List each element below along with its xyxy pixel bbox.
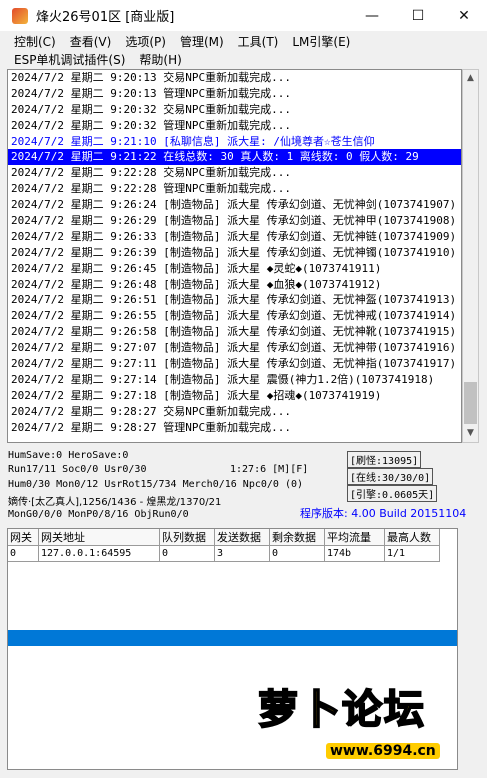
log-line[interactable]: 2024/7/2 星期二 9:21:10 [私聊信息] 派大星: /仙境尊者☆苍… <box>8 134 461 150</box>
log-line[interactable]: 2024/7/2 星期二 9:28:27 交易NPC重新加载完成... <box>8 404 461 420</box>
log-line[interactable]: 2024/7/2 星期二 9:21:22 在线总数: 30 真人数: 1 离线数… <box>8 149 461 166</box>
log-line[interactable]: 2024/7/2 星期二 9:26:24 [制造物品] 派大星 传承幻剑道、无忧… <box>8 197 461 213</box>
status-engine: [引擎:0.0605天] <box>347 485 438 502</box>
cell-queue: 0 <box>159 545 215 562</box>
log-line[interactable]: 2024/7/2 星期二 9:26:48 [制造物品] 派大星 ◆血狼◆(107… <box>8 277 461 293</box>
log-line[interactable]: 2024/7/2 星期二 9:26:45 [制造物品] 派大星 ◆灵蛇◆(107… <box>8 261 461 277</box>
status-mon: MonG0/0/0 MonP0/8/16 ObjRun0/0 <box>8 509 189 520</box>
col-gateway[interactable]: 网关 <box>8 529 39 546</box>
log-line[interactable]: 2024/7/2 星期二 9:22:28 交易NPC重新加载完成... <box>8 165 461 181</box>
status-online: [在线:30/30/0] <box>347 468 434 485</box>
cell-sent: 3 <box>214 545 270 562</box>
selected-row-highlight[interactable] <box>8 630 457 646</box>
menu-control[interactable]: 控制(C) <box>14 33 56 50</box>
scroll-down-arrow-icon[interactable]: ▼ <box>463 425 478 442</box>
maximize-button[interactable]: ☐ <box>395 0 441 31</box>
col-remaining[interactable]: 剩余数据 <box>269 529 325 546</box>
log-line[interactable]: 2024/7/2 星期二 9:27:18 [制造物品] 派大星 ◆招魂◆(107… <box>8 388 461 404</box>
log-line[interactable]: 2024/7/2 星期二 9:26:58 [制造物品] 派大星 传承幻剑道、无忧… <box>8 324 461 340</box>
close-button[interactable]: ✕ <box>441 0 487 31</box>
col-max-users[interactable]: 最高人数 <box>384 529 440 546</box>
menu-help[interactable]: 帮助(H) <box>139 51 181 68</box>
log-scrollbar[interactable]: ▲ ▼ <box>462 69 479 443</box>
status-save: HumSave:0 HeroSave:0 <box>8 450 129 461</box>
log-line[interactable]: 2024/7/2 星期二 9:27:07 [制造物品] 派大星 传承幻剑道、无忧… <box>8 340 461 356</box>
title-bar: 烽火26号01区 [商业版] — ☐ ✕ <box>0 0 487 31</box>
log-line[interactable]: 2024/7/2 星期二 9:27:11 [制造物品] 派大星 传承幻剑道、无忧… <box>8 356 461 372</box>
window-title: 烽火26号01区 [商业版] <box>36 10 175 25</box>
log-line[interactable]: 2024/7/2 星期二 9:26:33 [制造物品] 派大星 传承幻剑道、无忧… <box>8 229 461 245</box>
status-time: 1:27:6 [M][F] <box>230 464 309 475</box>
log-line[interactable]: 2024/7/2 星期二 9:20:32 管理NPC重新加载完成... <box>8 118 461 134</box>
menu-lm-engine[interactable]: LM引擎(E) <box>292 33 350 50</box>
log-line[interactable]: 2024/7/2 星期二 9:26:55 [制造物品] 派大星 传承幻剑道、无忧… <box>8 308 461 324</box>
menu-view[interactable]: 查看(V) <box>70 33 112 50</box>
log-line[interactable]: 2024/7/2 星期二 9:20:32 交易NPC重新加载完成... <box>8 102 461 118</box>
cell-avg-traffic: 174b <box>324 545 385 562</box>
status-run: Run17/11 Soc0/0 Usr0/30 <box>8 464 147 475</box>
log-line[interactable]: 2024/7/2 星期二 9:26:39 [制造物品] 派大星 传承幻剑道、无忧… <box>8 245 461 261</box>
menu-bar: 控制(C) 查看(V) 选项(P) 管理(M) 工具(T) LM引擎(E) ES… <box>0 31 487 69</box>
scroll-thumb[interactable] <box>464 382 477 424</box>
log-line[interactable]: 2024/7/2 星期二 9:28:27 管理NPC重新加载完成... <box>8 420 461 436</box>
status-hum: Hum0/30 Mon0/12 UsrRot15/734 Merch0/16 N… <box>8 479 304 490</box>
log-line[interactable]: 2024/7/2 星期二 9:20:13 管理NPC重新加载完成... <box>8 86 461 102</box>
menu-esp-plugin[interactable]: ESP单机调试插件(S) <box>14 51 125 68</box>
scroll-up-arrow-icon[interactable]: ▲ <box>463 70 478 87</box>
table-row[interactable]: 0 127.0.0.1:64595 0 3 0 174b 1/1 <box>8 545 440 562</box>
watermark-logo: 萝卜论坛 www.6994.cn <box>238 677 478 767</box>
program-version: 程序版本: 4.00 Build 20151104 <box>300 507 467 520</box>
log-console[interactable]: 2024/7/2 星期二 9:20:13 交易NPC重新加载完成... 2024/… <box>7 69 462 443</box>
status-refresh: [刷怪:13095] <box>347 451 422 468</box>
log-line[interactable]: 2024/7/2 星期二 9:26:29 [制造物品] 派大星 传承幻剑道、无忧… <box>8 213 461 229</box>
col-sent[interactable]: 发送数据 <box>214 529 270 546</box>
col-queue[interactable]: 队列数据 <box>159 529 215 546</box>
menu-options[interactable]: 选项(P) <box>125 33 166 50</box>
log-line[interactable]: 2024/7/2 星期二 9:22:28 管理NPC重新加载完成... <box>8 181 461 197</box>
cell-max-users: 1/1 <box>384 545 440 562</box>
col-address[interactable]: 网关地址 <box>38 529 160 546</box>
cell-remaining: 0 <box>269 545 325 562</box>
log-line[interactable]: 2024/7/2 星期二 9:26:51 [制造物品] 派大星 传承幻剑道、无忧… <box>8 292 461 308</box>
menu-tools[interactable]: 工具(T) <box>238 33 279 50</box>
cell-gateway: 0 <box>8 545 39 562</box>
log-line[interactable]: 2024/7/2 星期二 9:20:13 交易NPC重新加载完成... <box>8 70 461 86</box>
status-panel: HumSave:0 HeroSave:0 [刷怪:13095] Run17/11… <box>0 448 487 528</box>
log-line[interactable]: 2024/7/2 星期二 9:27:14 [制造物品] 派大星 震慑(神力1.2… <box>8 372 461 388</box>
cell-address: 127.0.0.1:64595 <box>38 545 160 562</box>
app-icon <box>12 7 28 24</box>
status-hero: 嫡传·[太乙真人],1256/1436 - 煌黑龙/1370/21 <box>8 497 222 508</box>
watermark-text: 萝卜论坛 <box>257 686 426 734</box>
minimize-button[interactable]: — <box>349 0 395 31</box>
watermark-url: www.6994.cn <box>326 743 440 759</box>
col-avg-traffic[interactable]: 平均流量 <box>324 529 385 546</box>
menu-manage[interactable]: 管理(M) <box>180 33 224 50</box>
